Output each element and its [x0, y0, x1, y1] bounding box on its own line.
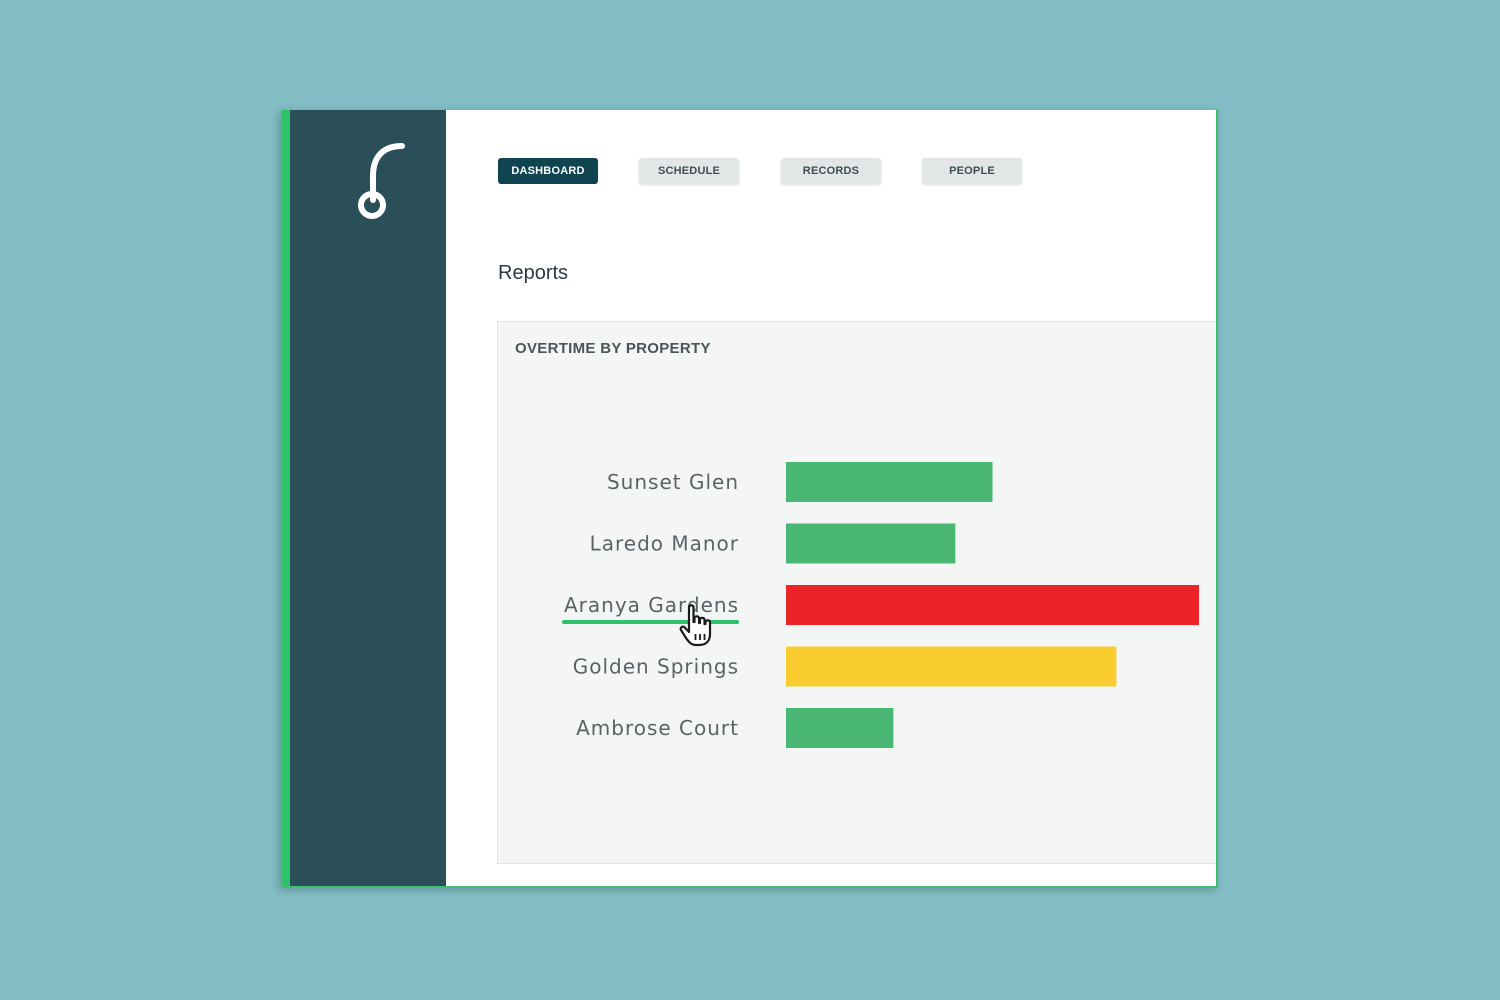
tab-dashboard[interactable]: DASHBOARD	[498, 158, 598, 184]
hover-underline	[562, 620, 739, 624]
tab-records[interactable]: RECORDS	[781, 158, 881, 184]
overtime-report-card: OVERTIME BY PROPERTY Sunset Glen Laredo M…	[497, 321, 1216, 864]
tab-people[interactable]: PEOPLE	[922, 158, 1022, 184]
page-title: Reports	[498, 262, 569, 284]
tab-schedule[interactable]: SCHEDULE	[639, 158, 739, 184]
bar[interactable]	[786, 523, 956, 564]
bar[interactable]	[786, 646, 1117, 687]
category-label[interactable]: Aranya Gardens	[564, 593, 739, 617]
bar[interactable]	[786, 462, 993, 502]
app-window: DASHBOARD SCHEDULE RECORDS PEOPLE Report…	[282, 110, 1218, 888]
category-label[interactable]: Laredo Manor	[590, 532, 739, 556]
sidebar	[282, 110, 446, 886]
bar[interactable]	[786, 708, 894, 748]
category-label[interactable]: Ambrose Court	[576, 716, 739, 740]
hook-logo-icon[interactable]	[348, 132, 408, 222]
category-label[interactable]: Golden Springs	[573, 655, 739, 679]
overtime-bar-chart: Sunset Glen Laredo Manor Aranya Gardens Gol…	[562, 462, 1199, 748]
bar[interactable]	[786, 585, 1199, 625]
category-label[interactable]: Sunset Glen	[607, 470, 739, 494]
